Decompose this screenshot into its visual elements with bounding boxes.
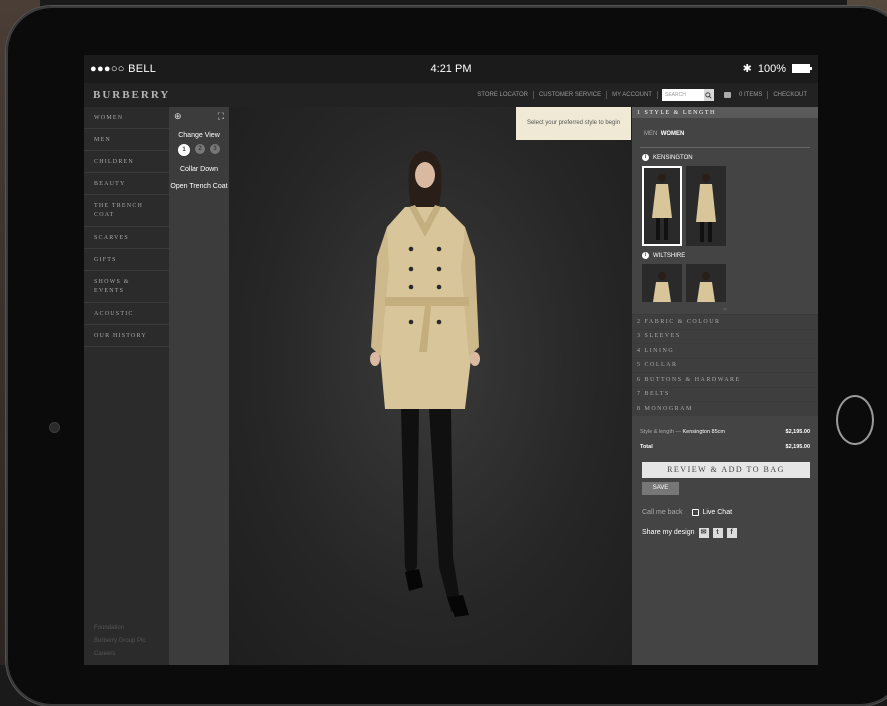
store-locator-link[interactable]: STORE LOCATOR: [472, 91, 534, 99]
contact-options: Call me back Live Chat: [632, 495, 818, 516]
menu-item-shows-events[interactable]: SHOWS & EVENTS: [84, 271, 169, 303]
coat-thumbnail-image: [696, 174, 716, 242]
coat-thumbnail-image: [697, 272, 715, 302]
menu-item-our-history[interactable]: OUR HISTORY: [84, 325, 169, 347]
product-view: [229, 107, 632, 665]
menu-item-children[interactable]: CHILDREN: [84, 151, 169, 173]
view-step-2[interactable]: 2: [195, 144, 205, 154]
gender-men[interactable]: MEN: [644, 131, 657, 137]
battery-icon: [792, 64, 812, 73]
share-label: Share my design: [642, 529, 695, 536]
view-tools: ⊕ ⛶ Change View 1 2 3 Collar Down Open T…: [169, 107, 229, 665]
search-button[interactable]: [703, 89, 714, 101]
menu-item-trench-coat[interactable]: THE TRENCH COAT: [84, 195, 169, 227]
call-me-back-link[interactable]: Call me back: [642, 509, 682, 516]
thumbnail-wiltshire-back[interactable]: [686, 264, 726, 302]
thumbnail-kensington-front[interactable]: [642, 166, 682, 246]
zoom-icon[interactable]: ⊕: [174, 111, 182, 122]
review-add-to-bag-button[interactable]: REVIEW & ADD TO BAG: [642, 461, 810, 478]
step-sleeves[interactable]: 3 SLEEVES: [632, 328, 818, 343]
step-list: 2 FABRIC & COLOUR 3 SLEEVES 4 LINING 5 C…: [632, 314, 818, 416]
home-button[interactable]: [836, 395, 874, 445]
facebook-icon[interactable]: f: [726, 527, 737, 538]
shopping-bag-icon[interactable]: [723, 92, 731, 98]
menu-item-scarves[interactable]: SCARVES: [84, 227, 169, 249]
status-right: ✱ 100%: [742, 62, 812, 75]
top-navigation: BURBERRY STORE LOCATOR CUSTOMER SERVICE …: [84, 83, 818, 107]
email-icon[interactable]: ✉: [698, 527, 709, 538]
live-chat-link[interactable]: Live Chat: [692, 508, 733, 516]
search-icon: [705, 91, 713, 99]
burberry-logo[interactable]: BURBERRY: [93, 89, 170, 101]
step-monogram[interactable]: 8 MONOGRAM: [632, 401, 818, 416]
status-bar: ●●●○○ BELL 4:21 PM ✱ 100%: [84, 55, 818, 83]
collar-down-button[interactable]: Collar Down: [169, 166, 229, 173]
thumbnail-kensington-back[interactable]: [686, 166, 726, 246]
header-links: STORE LOCATOR CUSTOMER SERVICE MY ACCOUN…: [472, 83, 812, 107]
step-lining[interactable]: 4 LINING: [632, 343, 818, 358]
live-chat-label: Live Chat: [702, 508, 733, 516]
checkout-link[interactable]: CHECKOUT: [768, 91, 812, 99]
front-camera: [49, 422, 60, 433]
step-belts[interactable]: 7 BELTS: [632, 386, 818, 401]
gender-toggle: MEN WOMEN: [632, 118, 818, 137]
footer-link-careers[interactable]: Careers: [94, 648, 145, 661]
menu-item-acoustic[interactable]: ACOUSTIC: [84, 303, 169, 325]
thumbnail-wiltshire-front[interactable]: [642, 264, 682, 302]
step-buttons-hardware[interactable]: 6 BUTTONS & HARDWARE: [632, 372, 818, 387]
wiltshire-thumbnails: [632, 259, 818, 302]
bluetooth-icon: ✱: [742, 63, 752, 75]
menu-item-men[interactable]: MEN: [84, 129, 169, 151]
style-wiltshire-label: WILTSHIRE: [653, 252, 686, 259]
fullscreen-icon[interactable]: ⛶: [218, 111, 224, 122]
left-menu: WOMEN MEN CHILDREN BEAUTY THE TRENCH COA…: [84, 107, 169, 665]
price-line-label: Style & length — Kensington 85cm: [640, 429, 725, 435]
coat-thumbnail-image: [653, 272, 671, 302]
tooltip: Select your preferred style to begin: [516, 107, 631, 140]
save-button[interactable]: SAVE: [642, 481, 679, 495]
footer-link-group[interactable]: Burberry Group Plc: [94, 635, 145, 648]
battery-percent: 100%: [757, 62, 786, 75]
price-line: Style & length — Kensington 85cm $2,195.…: [632, 429, 818, 435]
total-line: Total $2,195.00: [632, 444, 818, 450]
step-header-style-length[interactable]: 1 STYLE & LENGTH: [632, 107, 818, 118]
info-icon[interactable]: i: [642, 154, 649, 161]
clock: 4:21 PM: [430, 63, 472, 75]
menu-item-beauty[interactable]: BEAUTY: [84, 173, 169, 195]
total-price: $2,195.00: [785, 443, 810, 450]
view-step-3[interactable]: 3: [210, 144, 220, 154]
chevron-down-icon[interactable]: ⌄: [632, 304, 818, 312]
tablet-screen: ●●●○○ BELL 4:21 PM ✱ 100% BURBERRY STORE…: [84, 55, 818, 665]
customize-panel: 1 STYLE & LENGTH MEN WOMEN i KENSINGTON …: [632, 107, 818, 665]
line-value: Kensington 85cm: [682, 428, 726, 435]
share-row: Share my design ✉ t f: [632, 516, 818, 538]
step-collar[interactable]: 5 COLLAR: [632, 357, 818, 372]
chat-icon: [692, 508, 700, 516]
footer-link-foundation[interactable]: Foundation: [94, 622, 145, 635]
view-step-1[interactable]: 1: [178, 144, 190, 156]
line-price: $2,195.00: [785, 428, 810, 435]
menu-footer: Foundation Burberry Group Plc Careers: [94, 622, 145, 661]
gender-women[interactable]: WOMEN: [661, 131, 685, 137]
style-kensington-heading: i KENSINGTON: [632, 148, 818, 161]
tool-icons: ⊕ ⛶: [169, 107, 229, 126]
view-steps: 1 2 3: [169, 144, 229, 156]
coat-thumbnail-image: [652, 174, 672, 240]
my-account-link[interactable]: MY ACCOUNT: [607, 91, 658, 99]
search-input[interactable]: SEARCH: [661, 89, 704, 101]
customer-service-link[interactable]: CUSTOMER SERVICE: [534, 91, 608, 99]
style-kensington-label: KENSINGTON: [653, 154, 693, 161]
twitter-icon[interactable]: t: [712, 527, 723, 538]
menu-item-gifts[interactable]: GIFTS: [84, 249, 169, 271]
step-fabric-colour[interactable]: 2 FABRIC & COLOUR: [632, 314, 818, 329]
total-label: Total: [640, 443, 653, 450]
open-trench-button[interactable]: Open Trench Coat: [169, 183, 229, 190]
change-view-label: Change View: [178, 132, 220, 139]
bag-items-link[interactable]: 0 ITEMS: [734, 91, 769, 99]
menu-item-women[interactable]: WOMEN: [84, 107, 169, 129]
kensington-thumbnails: [632, 161, 818, 246]
model-trench-coat-image: [370, 151, 480, 617]
info-icon[interactable]: i: [642, 252, 649, 259]
line-label: Style & length —: [640, 428, 683, 435]
